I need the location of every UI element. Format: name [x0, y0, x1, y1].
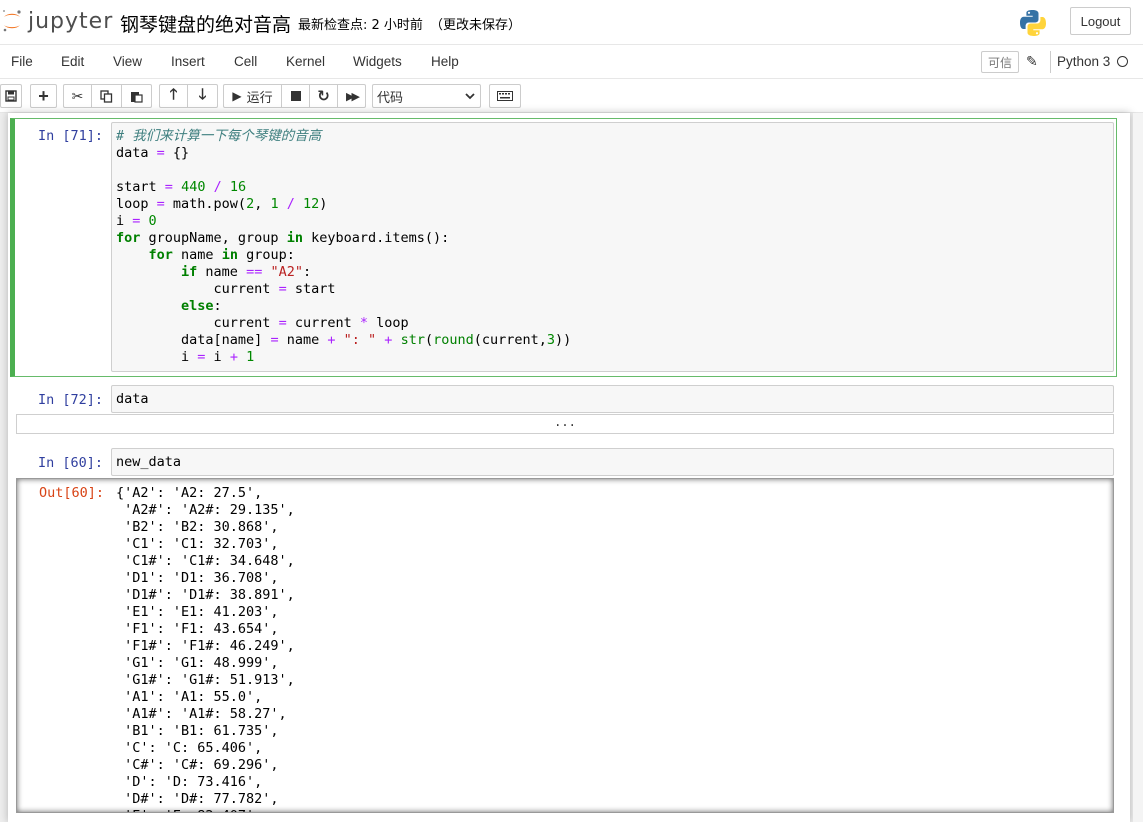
output-text: {'A2': 'A2: 27.5', 'A2#': 'A2#: 29.135',… — [116, 485, 295, 812]
code-source: # 我们来计算一下每个琴键的音高 data = {} start = 440 /… — [116, 128, 572, 365]
save-button[interactable] — [0, 84, 22, 108]
kernel-idle-indicator-icon — [1117, 56, 1128, 67]
menu-file[interactable]: File — [11, 54, 33, 69]
keyboard-icon — [497, 91, 513, 101]
edit-pencil-icon[interactable]: ✎ — [1026, 53, 1038, 70]
fast-forward-icon: ▶▶ — [346, 90, 360, 103]
menu-view[interactable]: View — [113, 54, 142, 69]
menu-kernel[interactable]: Kernel — [286, 54, 325, 69]
move-down-button[interactable]: 🡓 — [188, 84, 218, 108]
cell-type-select[interactable]: 代码 — [372, 84, 481, 108]
collapsed-output-toggle[interactable]: ... — [16, 414, 1114, 434]
jupyter-logo-icon — [3, 10, 21, 32]
scissors-icon: ✂ — [71, 87, 84, 104]
run-button[interactable]: ▶ 运行 — [223, 84, 282, 108]
code-editor[interactable]: # 我们来计算一下每个琴键的音高 data = {} start = 440 /… — [111, 122, 1114, 372]
menu-cell[interactable]: Cell — [234, 54, 257, 69]
notebook-title[interactable]: 钢琴键盘的绝对音高 — [120, 10, 291, 37]
code-source: new_data — [116, 454, 182, 470]
save-icon — [5, 90, 17, 102]
chevron-down-icon — [465, 93, 475, 100]
jupyter-logo[interactable]: jupyter — [1, 6, 113, 36]
menu-widgets[interactable]: Widgets — [353, 54, 402, 69]
menubar: File Edit View Insert Cell Kernel Widget… — [0, 44, 1143, 79]
restart-icon: ↻ — [317, 88, 330, 105]
checkpoint-status: 最新检查点: 2 小时前 — [298, 18, 423, 33]
menu-insert[interactable]: Insert — [171, 54, 205, 69]
cell-prompt: In [60]: — [37, 455, 103, 471]
page-scrollbar[interactable] — [1133, 113, 1143, 822]
copy-icon — [100, 89, 113, 103]
code-editor[interactable]: data — [111, 385, 1114, 413]
kernel-separator — [1050, 51, 1051, 73]
autosave-status: （更改未保存） — [430, 18, 522, 33]
cell-prompt: In [71]: — [37, 128, 103, 144]
interrupt-button[interactable] — [282, 84, 310, 108]
output-prompt: Out[60]: — [38, 485, 104, 501]
run-label: 运行 — [246, 90, 273, 106]
menu-edit[interactable]: Edit — [61, 54, 84, 69]
insert-cell-button[interactable]: + — [30, 84, 57, 108]
kernel-name[interactable]: Python 3 — [1057, 54, 1110, 69]
command-palette-button[interactable] — [489, 84, 521, 108]
paste-button[interactable] — [122, 84, 152, 108]
notebook-header: jupyter 钢琴键盘的绝对音高 最新检查点: 2 小时前 （更改未保存） L… — [0, 0, 1143, 44]
arrow-down-icon: 🡓 — [198, 85, 207, 103]
cut-button[interactable]: ✂ — [63, 84, 92, 108]
menu-help[interactable]: Help — [431, 54, 459, 69]
logout-button[interactable]: Logout — [1070, 7, 1131, 35]
trusted-badge[interactable]: 可信 — [981, 51, 1020, 73]
arrow-up-icon: 🡑 — [169, 85, 178, 103]
plus-icon: + — [38, 85, 49, 106]
restart-button[interactable]: ↻ — [310, 84, 338, 108]
output-area-scrolled[interactable]: Out[60]: {'A2': 'A2: 27.5', 'A2#': 'A2#:… — [16, 478, 1114, 813]
toolbar: + ✂ 🡑 🡓 ▶ 运行 ↻ ▶▶ 代码 — [0, 79, 1143, 113]
python-logo-icon — [1020, 10, 1046, 36]
logo-text: jupyter — [28, 8, 114, 34]
code-editor[interactable]: new_data — [111, 448, 1114, 476]
play-icon: ▶ — [232, 89, 242, 103]
cell-prompt: In [72]: — [37, 392, 103, 408]
cell-type-value: 代码 — [377, 90, 404, 106]
stop-icon — [290, 91, 301, 101]
paste-icon — [131, 91, 143, 103]
restart-run-all-button[interactable]: ▶▶ — [338, 84, 366, 108]
move-up-button[interactable]: 🡑 — [159, 84, 188, 108]
copy-button[interactable] — [92, 84, 122, 108]
notebook-container: In [71]: # 我们来计算一下每个琴键的音高 data = {} star… — [8, 113, 1130, 822]
code-source: data — [116, 391, 149, 407]
